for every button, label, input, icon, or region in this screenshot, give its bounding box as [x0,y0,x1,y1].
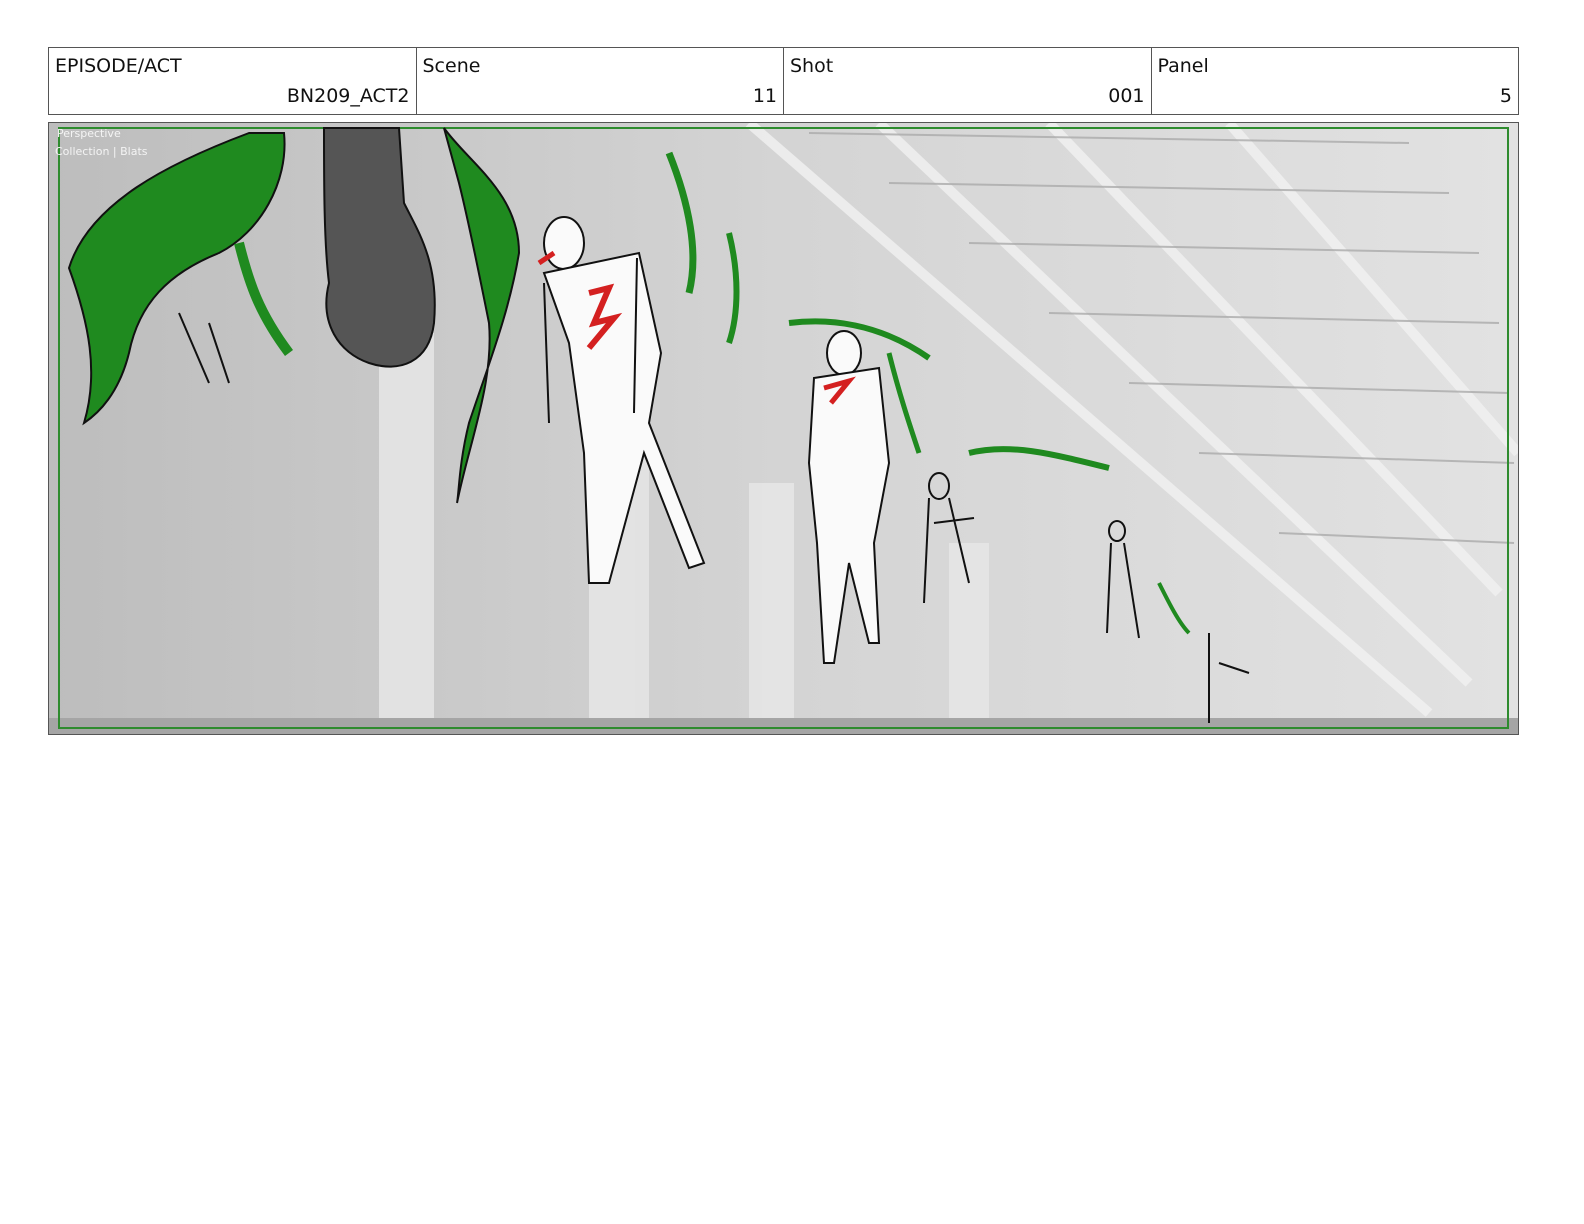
scene-value: 11 [752,85,777,107]
panel-cell: Panel 5 [1152,48,1519,114]
floor-strip [49,718,1518,734]
panel-value: 5 [1499,85,1512,107]
panel-label: Panel [1157,55,1209,77]
shot-label: Shot [790,55,834,77]
episode-cell: EPISODE/ACT BN209_ACT2 [49,48,417,114]
shot-value: 001 [1108,85,1145,107]
storyboard-sketch: Perspective Collection | Blats [49,123,1518,734]
scene-label: Scene [422,55,481,77]
episode-value: BN209_ACT2 [286,85,410,107]
overlay-line-2: Collection | Blats [55,145,148,158]
shot-cell: Shot 001 [784,48,1152,114]
slate-header: EPISODE/ACT BN209_ACT2 Scene 11 Shot 001… [48,47,1519,115]
episode-label: EPISODE/ACT [55,55,182,77]
scene-cell: Scene 11 [417,48,784,114]
storyboard-panel: Perspective Collection | Blats [48,122,1519,735]
overlay-line-1: Perspective [57,127,121,140]
